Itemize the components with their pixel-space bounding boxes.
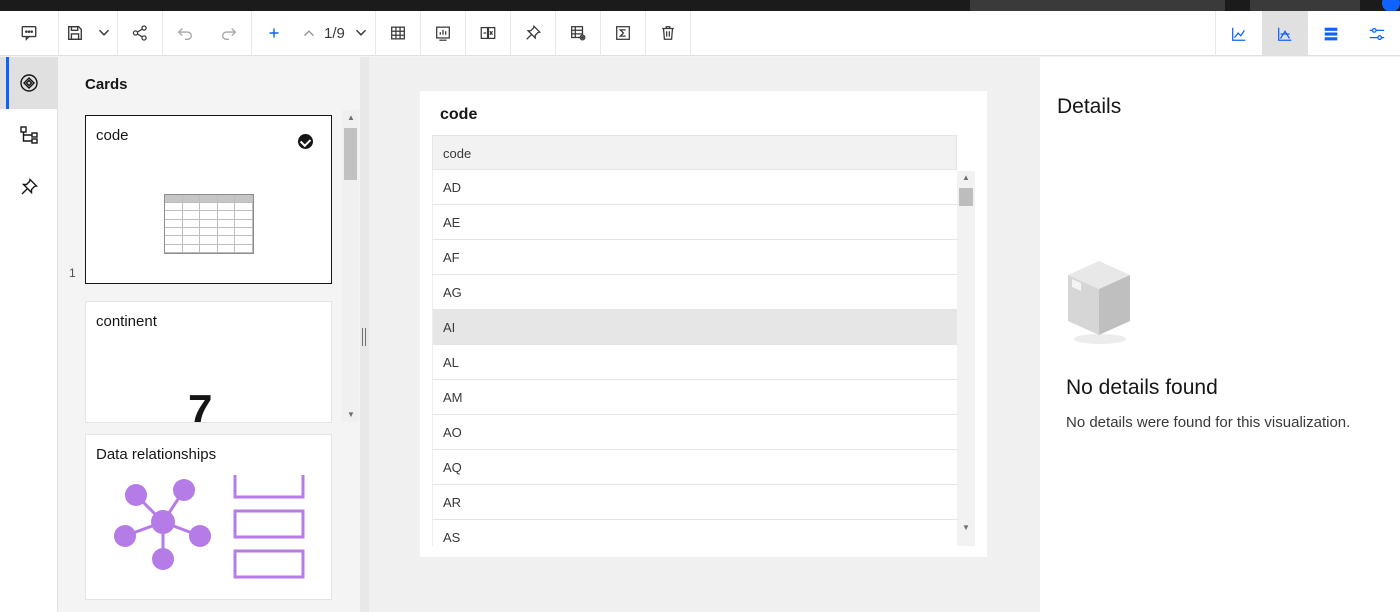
table-row[interactable]: AE — [432, 205, 957, 240]
table-row[interactable]: AQ — [432, 450, 957, 485]
rail-item-pins[interactable] — [0, 161, 58, 213]
add-icon[interactable] — [252, 11, 296, 56]
redo-icon[interactable] — [207, 11, 251, 56]
details-title: Details — [1057, 95, 1122, 118]
canvas: code code AD AE AF AG AI AL AM AO AQ AR … — [369, 57, 1040, 612]
save-options-chevron-down-icon[interactable] — [91, 11, 117, 56]
table-scrollbar[interactable]: ▲ ▼ — [957, 171, 975, 546]
table-thumbnail — [164, 194, 254, 254]
table-row[interactable]: AL — [432, 345, 957, 380]
card-continent[interactable]: continent 7 — [85, 301, 332, 423]
table-row[interactable]: AD — [432, 170, 957, 205]
table-settings-icon[interactable] — [556, 11, 600, 56]
chart-type-icon[interactable] — [1262, 11, 1308, 56]
table-row[interactable]: AS — [432, 520, 957, 546]
comment-icon[interactable] — [0, 11, 58, 56]
data-tree-icon — [20, 126, 38, 144]
scroll-down-arrow-icon[interactable]: ▼ — [347, 410, 355, 419]
data-table: code AD AE AF AG AI AL AM AO AQ AR AS — [432, 135, 957, 546]
card-label: code — [96, 127, 129, 144]
empty-state-title: No details found — [1066, 376, 1218, 399]
next-page-chevron-down-icon[interactable] — [347, 11, 375, 56]
previous-page-chevron-up-icon[interactable] — [296, 11, 322, 56]
scroll-thumb[interactable] — [959, 188, 973, 206]
top-strip-tab — [1250, 0, 1360, 11]
table-row[interactable]: AR — [432, 485, 957, 520]
table-row-highlighted[interactable]: AI — [432, 310, 957, 345]
empty-box-icon — [1068, 261, 1130, 344]
pin-icon — [21, 178, 38, 195]
selected-check-icon — [298, 134, 313, 149]
top-strip-tab — [970, 0, 1225, 11]
card-label: continent — [96, 313, 157, 330]
page-counter: 1/9 — [324, 24, 345, 42]
cards-scrollbar[interactable]: ▲ ▼ — [342, 110, 359, 422]
scroll-up-arrow-icon[interactable]: ▲ — [347, 113, 355, 122]
visualization-title: code — [440, 106, 478, 123]
table-row[interactable]: AO — [432, 415, 957, 450]
pin-icon[interactable] — [511, 11, 555, 56]
properties-icon[interactable] — [1354, 11, 1400, 56]
line-chart-icon[interactable] — [1216, 11, 1262, 56]
visualization-card[interactable]: code code AD AE AF AG AI AL AM AO AQ AR … — [420, 91, 987, 557]
details-panel: Details No details found No details were… — [1040, 57, 1400, 612]
rail-item-visualizations[interactable] — [0, 57, 58, 109]
share-icon[interactable] — [118, 11, 162, 56]
relationships-illustration — [114, 475, 305, 579]
card-number: 1 — [69, 266, 76, 280]
fields-icon[interactable] — [1308, 11, 1354, 56]
undo-icon[interactable] — [163, 11, 207, 56]
toolbar-right-group — [1215, 11, 1400, 56]
card-code[interactable]: code — [85, 115, 332, 284]
rail-item-data-tree[interactable] — [0, 109, 58, 161]
table-row[interactable]: AM — [432, 380, 957, 415]
table-icon[interactable] — [376, 11, 420, 56]
toolbar: 1/9 — [0, 10, 1400, 56]
card-label: Data relationships — [96, 446, 217, 463]
cards-panel: Cards code 1 continent 7 Data relationsh… — [59, 57, 360, 612]
table-row[interactable]: AF — [432, 240, 957, 275]
delete-icon[interactable] — [646, 11, 690, 56]
insert-chart-icon[interactable] — [421, 11, 465, 56]
table-row[interactable]: AG — [432, 275, 957, 310]
splitter-grip-icon[interactable] — [362, 328, 366, 346]
empty-state-description: No details were found for this visualiza… — [1066, 414, 1351, 431]
left-rail — [0, 57, 58, 612]
summarize-icon[interactable] — [601, 11, 645, 56]
cards-title: Cards — [85, 76, 128, 93]
visualizations-icon — [20, 74, 38, 92]
save-icon[interactable] — [59, 11, 91, 56]
scroll-down-arrow-icon[interactable]: ▼ — [962, 523, 970, 532]
kpi-value: 7 — [188, 386, 213, 423]
card-data-relationships[interactable]: Data relationships — [85, 434, 332, 600]
column-header[interactable]: code — [432, 135, 957, 170]
top-strip — [0, 0, 1400, 12]
scroll-up-arrow-icon[interactable]: ▲ — [962, 173, 970, 182]
scroll-thumb[interactable] — [344, 128, 357, 180]
insert-visualization-icon[interactable] — [466, 11, 510, 56]
panel-splitter[interactable] — [360, 57, 369, 612]
